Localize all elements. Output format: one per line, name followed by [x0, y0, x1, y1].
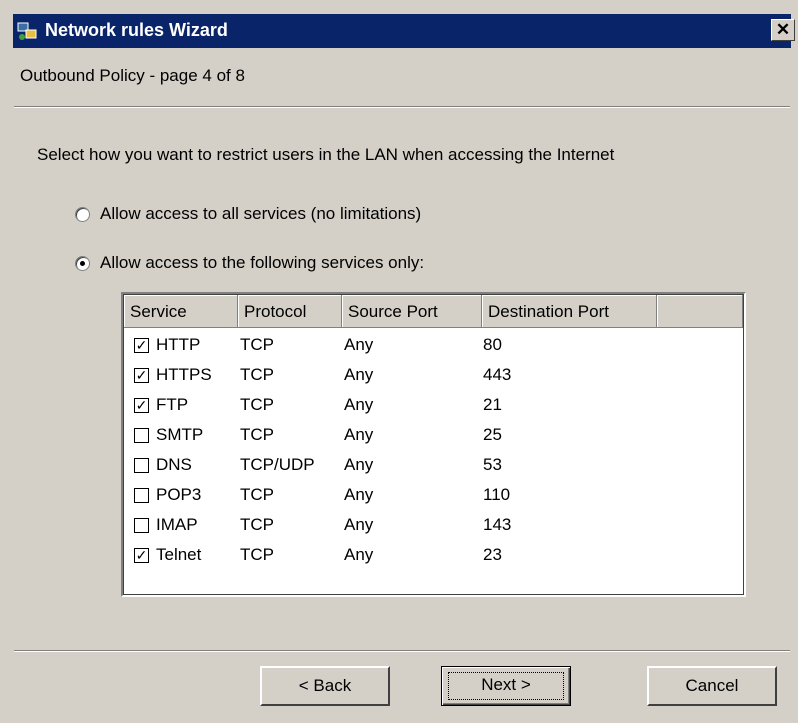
cell-protocol: TCP — [240, 335, 274, 354]
cell-destination-port: 443 — [483, 365, 512, 384]
cell-source-port: Any — [344, 455, 374, 474]
radio-allow-all[interactable]: Allow access to all services (no limitat… — [75, 204, 421, 224]
wizard-window: Network rules Wizard ✕ Outbound Policy -… — [0, 0, 798, 723]
cell-source-port: Any — [344, 365, 374, 384]
radio-button-checked[interactable] — [75, 255, 90, 271]
cell-protocol: TCP — [240, 395, 274, 414]
cell-protocol: TCP — [240, 485, 274, 504]
cancel-button[interactable]: Cancel — [647, 666, 777, 706]
window-title: Network rules Wizard — [45, 20, 228, 40]
cell-protocol: TCP — [240, 515, 274, 534]
cell-destination-port: 110 — [483, 485, 511, 504]
cell-source-port: Any — [344, 515, 374, 534]
column-header-protocol[interactable]: Protocol — [238, 295, 342, 328]
footer-divider — [14, 650, 790, 652]
row-checkbox[interactable] — [134, 518, 149, 533]
column-header-source-port[interactable]: Source Port — [342, 295, 482, 328]
close-button[interactable]: ✕ — [771, 19, 795, 41]
row-checkbox[interactable] — [134, 428, 149, 443]
cell-source-port: Any — [344, 425, 374, 444]
cell-service: FTP — [156, 395, 189, 414]
radio-allow-selected-label: Allow access to the following services o… — [100, 253, 425, 272]
cell-destination-port: 53 — [483, 455, 502, 474]
row-checkbox[interactable] — [134, 458, 149, 473]
row-checkbox-checked[interactable]: ✓ — [134, 368, 149, 383]
cell-destination-port: 80 — [483, 335, 502, 354]
cell-destination-port: 25 — [483, 425, 502, 444]
instruction-text: Select how you want to restrict users in… — [37, 145, 615, 164]
row-checkbox-checked[interactable]: ✓ — [134, 548, 149, 563]
header-divider — [14, 106, 790, 108]
services-list-frame: Service Protocol Source Port Destination… — [123, 294, 744, 595]
radio-allow-all-label: Allow access to all services (no limitat… — [100, 204, 422, 223]
close-icon: ✕ — [775, 20, 791, 39]
radio-allow-selected[interactable]: Allow access to the following services o… — [75, 253, 424, 273]
cell-source-port: Any — [344, 335, 374, 354]
cell-service: IMAP — [156, 515, 198, 534]
column-header-destination-port[interactable]: Destination Port — [482, 295, 657, 328]
cell-destination-port: 21 — [483, 395, 502, 414]
cell-source-port: Any — [344, 485, 374, 504]
cell-service: DNS — [156, 455, 192, 474]
row-checkbox[interactable] — [134, 488, 149, 503]
cell-source-port: Any — [344, 545, 374, 564]
next-button[interactable]: Next > — [441, 666, 571, 706]
cell-protocol: TCP — [240, 545, 274, 564]
cell-source-port: Any — [344, 395, 374, 414]
next-button-label: Next > — [481, 675, 531, 694]
cell-service: POP3 — [156, 485, 202, 504]
back-button[interactable]: < Back — [260, 666, 390, 706]
column-header-empty — [657, 295, 743, 328]
network-wizard-icon — [17, 22, 37, 40]
cell-service: HTTPS — [156, 365, 212, 384]
list-header: Service Protocol Source Port Destination… — [124, 295, 743, 328]
cell-protocol: TCP/UDP — [240, 455, 315, 474]
row-checkbox-checked[interactable]: ✓ — [134, 338, 149, 353]
back-button-label: < Back — [298, 676, 352, 695]
cell-destination-port: 143 — [483, 515, 512, 534]
title-bar: Network rules Wizard ✕ — [13, 14, 795, 48]
radio-button[interactable] — [75, 206, 90, 222]
page-subtitle: Outbound Policy - page 4 of 8 — [20, 66, 245, 85]
column-header-service[interactable]: Service — [124, 295, 238, 328]
row-checkbox-checked[interactable]: ✓ — [134, 398, 149, 413]
cell-service: Telnet — [156, 545, 202, 564]
cell-service: SMTP — [156, 425, 204, 444]
cancel-button-label: Cancel — [685, 676, 739, 695]
cell-service: HTTP — [156, 335, 201, 354]
cell-protocol: TCP — [240, 425, 274, 444]
services-list[interactable]: Service Protocol Source Port Destination… — [121, 292, 746, 597]
cell-protocol: TCP — [240, 365, 274, 384]
cell-destination-port: 23 — [483, 545, 502, 564]
